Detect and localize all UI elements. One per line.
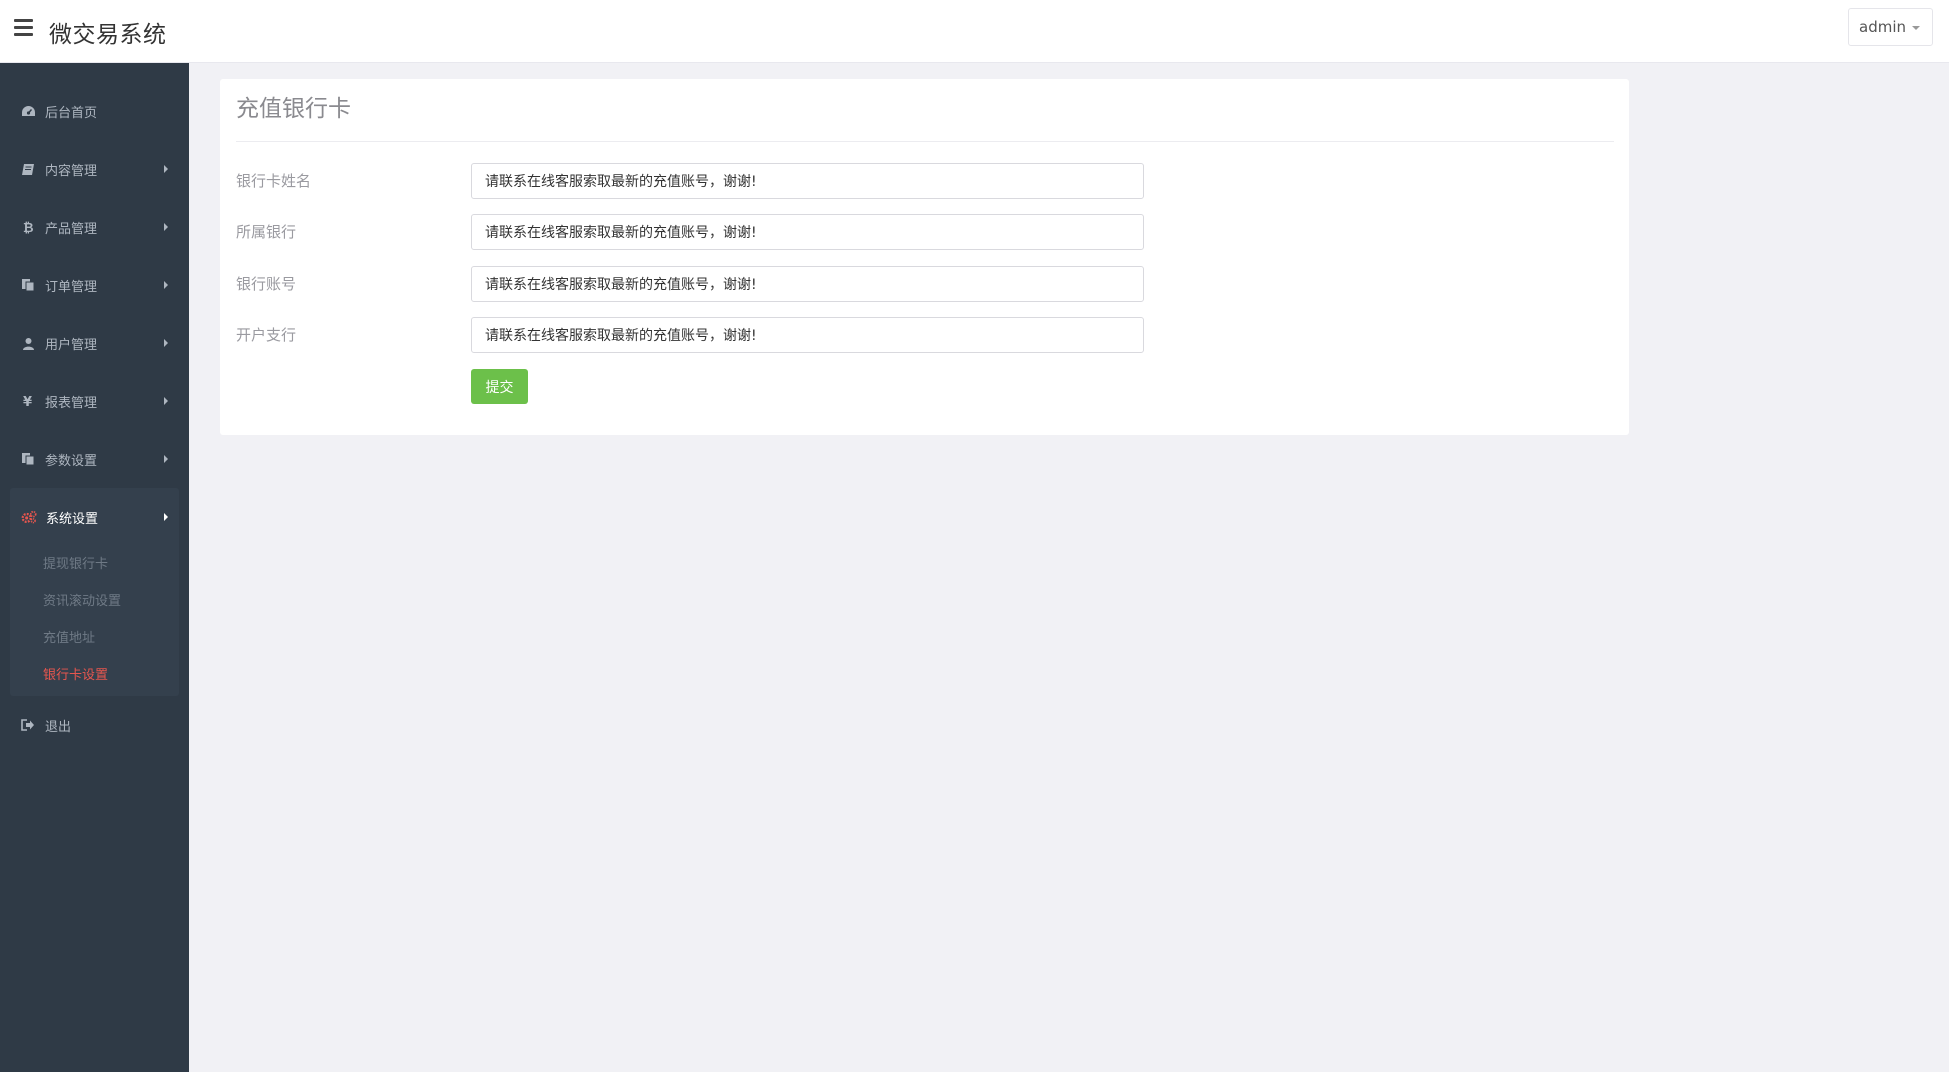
account-number-input[interactable] [471,266,1144,302]
cardholder-name-input[interactable] [471,163,1144,199]
bank-name-label: 所属银行 [236,223,297,241]
caret-down-icon [1912,25,1920,30]
book-icon [20,163,36,176]
caret-right-icon [164,397,168,405]
sign-out-icon [20,719,36,731]
sidebar-item-users[interactable]: 用户管理 [0,314,189,372]
sidebar-item-label: 报表管理 [45,395,98,411]
submit-button[interactable]: 提交 [471,369,528,404]
hamburger-menu-icon[interactable] [14,19,34,41]
bank-name-input[interactable] [471,214,1144,250]
sidebar-item-label: 后台首页 [45,105,98,121]
svg-text:₿: ₿ [23,221,34,234]
svg-text:¥: ¥ [23,395,32,408]
form-row-cardholder-name: 银行卡姓名 [236,163,1236,199]
subnav-item-bank-card-settings[interactable]: 银行卡设置 [10,657,179,694]
sidebar-item-logout[interactable]: 退出 [0,696,189,754]
user-icon [20,337,36,350]
sidebar: 后台首页 内容管理 ₿ 产品管理 订单管理 用户管理 ¥ 报表管理 参数设置 系… [0,63,189,1072]
sidebar-item-label: 退出 [45,719,72,735]
sidebar-item-label: 订单管理 [45,279,98,295]
user-menu-dropdown[interactable]: admin [1848,8,1933,46]
sidebar-item-content[interactable]: 内容管理 [0,140,189,198]
caret-right-icon [164,281,168,289]
sidebar-item-parameters[interactable]: 参数设置 [0,430,189,488]
form-row-account-number: 银行账号 [236,266,1236,302]
top-header: 微交易系统 admin [0,0,1949,63]
sidebar-item-label: 用户管理 [45,337,98,353]
copy-icon [20,278,36,292]
sidebar-item-reports[interactable]: ¥ 报表管理 [0,372,189,430]
form-row-bank-name: 所属银行 [236,214,1236,250]
sidebar-item-label: 产品管理 [45,221,98,237]
sidebar-item-orders[interactable]: 订单管理 [0,256,189,314]
sidebar-group-system-settings: 系统设置 提现银行卡 资讯滚动设置 充值地址 银行卡设置 [10,488,179,696]
dashboard-icon [20,105,36,118]
gears-icon [21,510,37,524]
yen-icon: ¥ [20,394,36,408]
cardholder-name-label: 银行卡姓名 [236,172,312,190]
account-number-label: 银行账号 [236,275,297,293]
recharge-bank-card-panel: 充值银行卡 银行卡姓名 所属银行 银行账号 开户支行 提交 [220,79,1629,435]
sidebar-item-dashboard[interactable]: 后台首页 [0,82,189,140]
app-title: 微交易系统 [49,22,167,48]
sidebar-item-label: 参数设置 [45,453,98,469]
caret-right-icon [164,223,168,231]
user-name: admin [1859,18,1906,36]
branch-label: 开户支行 [236,326,297,344]
caret-right-icon [164,165,168,173]
subnav-item-news-scroll-settings[interactable]: 资讯滚动设置 [10,583,179,620]
page-title: 充值银行卡 [236,96,351,122]
sidebar-item-label: 内容管理 [45,163,98,179]
sidebar-item-label: 系统设置 [46,511,99,527]
title-divider [236,141,1614,142]
sidebar-item-system-settings[interactable]: 系统设置 [10,488,179,546]
caret-right-icon [164,339,168,347]
caret-right-icon [164,455,168,463]
subnav-item-recharge-address[interactable]: 充值地址 [10,620,179,657]
subnav-item-withdraw-bank-card[interactable]: 提现银行卡 [10,546,179,583]
files-icon [20,452,36,466]
bitcoin-icon: ₿ [20,220,36,234]
sidebar-item-products[interactable]: ₿ 产品管理 [0,198,189,256]
caret-right-icon [164,513,168,521]
form-row-branch: 开户支行 [236,317,1236,353]
branch-input[interactable] [471,317,1144,353]
